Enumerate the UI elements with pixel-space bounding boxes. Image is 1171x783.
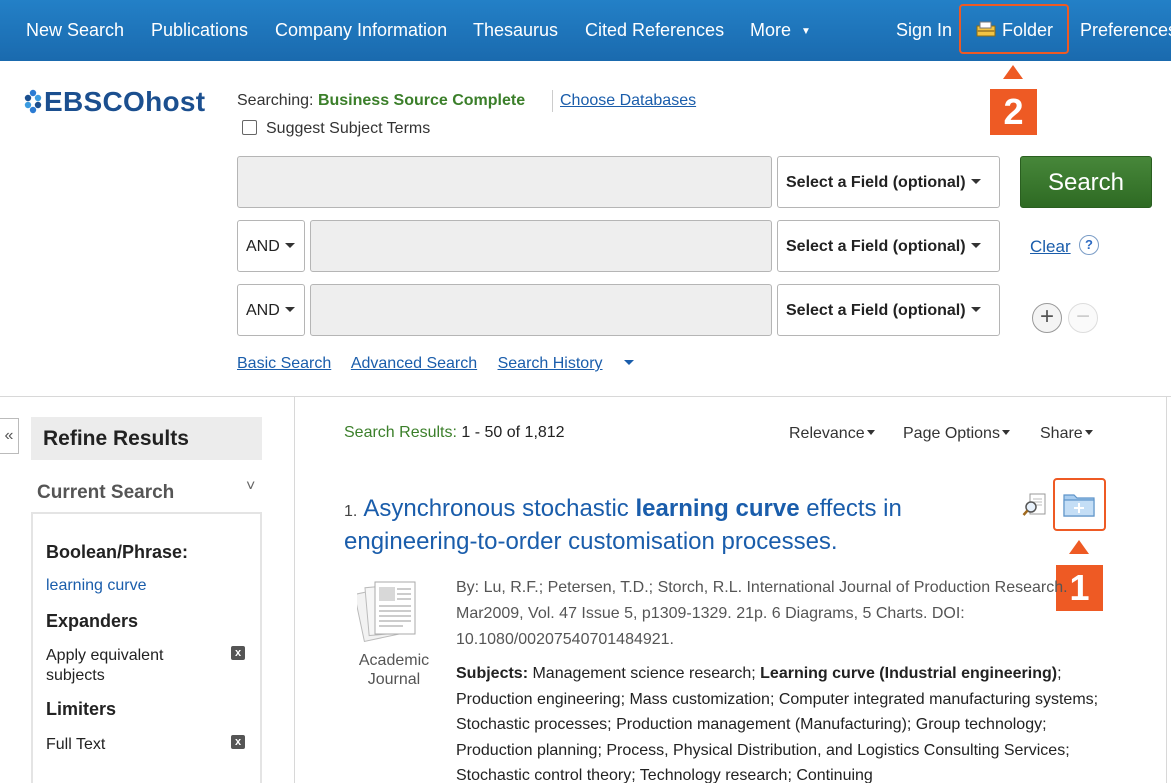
basic-search-link[interactable]: Basic Search [237,355,331,372]
nav-cited-references[interactable]: Cited References [585,20,724,41]
dropdown-caret-icon [970,243,981,248]
result-metadata: By: Lu, R.F.; Petersen, T.D.; Storch, R.… [456,579,1068,648]
preview-magnifier-icon[interactable] [1022,492,1048,518]
dropdown-caret-icon: ▼ [801,26,811,37]
boolean-phrase-heading: Boolean/Phrase: [46,542,189,562]
subjects-part: ; Production engineering; Mass customiza… [456,665,1099,783]
share-dropdown[interactable]: Share [1040,425,1093,443]
sort-relevance-dropdown[interactable]: Relevance [789,425,875,443]
field-select-3[interactable]: Select a Field (optional) [777,284,1000,336]
result-subjects: Subjects: Management science research; L… [456,661,1111,783]
clear-link[interactable]: Clear [1030,237,1071,257]
nav-sign-in[interactable]: Sign In [896,20,952,41]
subject-highlight[interactable]: Learning curve (Industrial engineering) [760,665,1057,682]
nav-company-information[interactable]: Company Information [275,20,447,41]
share-label: Share [1040,425,1083,442]
dropdown-caret-icon [1084,430,1093,435]
boolean-select-3[interactable]: AND [237,284,305,336]
database-name: Business Source Complete [317,92,526,109]
title-highlight: learning curve [635,495,800,522]
expanders-heading: Expanders [46,611,139,631]
dropdown-caret-icon [970,179,981,184]
search-button[interactable]: Search [1020,156,1152,208]
search-history-link[interactable]: Search History [498,355,650,372]
marker-1-arrow [1069,540,1089,554]
search-history-label: Search History [497,355,603,372]
ebsco-logo-mark-icon [24,89,42,114]
search-results-count: Search Results: 1 - 50 of 1,812 [344,424,565,442]
marker-2: 2 [990,89,1037,135]
field-select-label: Select a Field (optional) [786,238,966,255]
subjects-part: Management science research; [528,665,761,682]
logo-text: EBSCOhost [44,86,206,117]
page-options-label: Page Options [903,425,1000,442]
ebscohost-logo[interactable]: EBSCOhost [24,85,205,118]
divider [552,90,553,112]
remove-limiter-icon[interactable]: x [231,735,245,749]
academic-journal-icon [357,581,416,642]
boolean-phrase-value[interactable]: learning curve [46,577,147,595]
subjects-label: Subjects: [456,665,529,682]
boolean-label: AND [246,302,280,319]
current-search-title[interactable]: Current Search [37,482,174,504]
folder-highlight-box [959,4,1069,54]
searching-prefix: Searching: [237,92,314,109]
boolean-label: AND [246,238,280,255]
dropdown-caret-icon [1001,430,1010,435]
dropdown-caret-icon [866,430,875,435]
divider [1166,397,1167,783]
suggest-checkbox[interactable] [242,120,257,135]
dropdown-caret-icon [623,360,634,365]
remove-row-icon[interactable]: − [1068,303,1098,333]
suggest-label: Suggest Subject Terms [266,120,431,137]
nav-new-search[interactable]: New Search [26,20,124,41]
field-select-1[interactable]: Select a Field (optional) [777,156,1000,208]
nav-more[interactable]: More ▼ [750,20,811,41]
refine-results-title: Refine Results [31,417,262,460]
dropdown-caret-icon [284,307,295,312]
search-input-2[interactable] [310,220,772,272]
divider [0,396,1171,397]
dropdown-caret-icon [284,243,295,248]
field-select-label: Select a Field (optional) [786,174,966,191]
results-range: 1 - 50 of 1,812 [461,424,565,441]
help-icon[interactable]: ? [1079,235,1099,255]
results-label: Search Results: [344,424,457,441]
field-select-2[interactable]: Select a Field (optional) [777,220,1000,272]
nav-thesaurus[interactable]: Thesaurus [473,20,558,41]
expander-item: Apply equivalent subjects [46,647,164,684]
result-title-link[interactable]: 1. Asynchronous stochastic learning curve… [344,494,994,557]
advanced-search-link[interactable]: Advanced Search [351,355,477,372]
search-input-1[interactable] [237,156,772,208]
limiter-item: Full Text [46,736,106,753]
nav-more-label: More [750,20,792,40]
dropdown-caret-icon [970,307,981,312]
limiters-heading: Limiters [46,699,117,719]
suggest-subject-terms[interactable]: Suggest Subject Terms [242,120,430,138]
nav-preferences[interactable]: Preferences [1080,20,1171,41]
boolean-select-2[interactable]: AND [237,220,305,272]
divider [294,397,295,783]
result-number: 1. [344,503,358,520]
field-select-label: Select a Field (optional) [786,302,966,319]
add-to-folder-icon[interactable] [1062,490,1096,518]
nav-publications[interactable]: Publications [151,20,248,41]
chevron-down-icon[interactable]: ˅ [246,478,255,496]
searching-label: Searching: Business Source Complete [237,92,525,110]
publication-type: Academic Journal [358,652,430,688]
remove-expander-icon[interactable]: x [231,646,245,660]
add-row-icon[interactable]: + [1032,303,1062,333]
marker-2-arrow [1003,65,1023,79]
sort-label: Relevance [789,425,865,442]
collapse-sidebar-button[interactable]: « [0,418,19,454]
choose-databases-link[interactable]: Choose Databases [560,92,696,110]
search-mode-links: Basic Search Advanced Search Search Hist… [237,355,666,373]
search-input-3[interactable] [310,284,772,336]
page-options-dropdown[interactable]: Page Options [903,425,1010,443]
title-part: Asynchronous stochastic [363,495,636,522]
